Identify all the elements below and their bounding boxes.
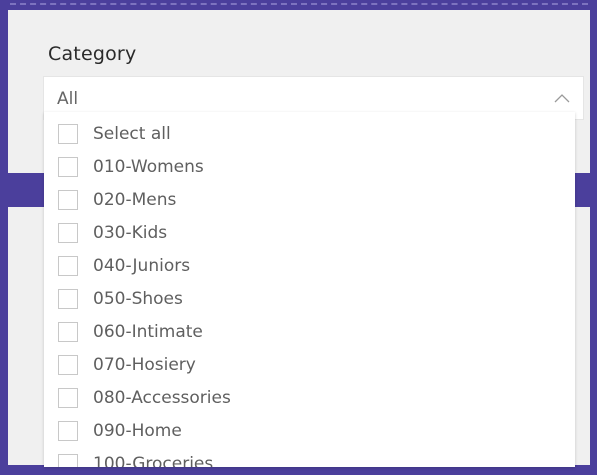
checkbox-icon[interactable] — [58, 388, 78, 408]
top-dashed-border — [10, 3, 588, 5]
checkbox-icon[interactable] — [58, 322, 78, 342]
dropdown-selected-value: All — [57, 89, 79, 109]
chevron-up-icon[interactable] — [553, 92, 571, 104]
list-item-080-accessories[interactable]: 080-Accessories — [58, 386, 231, 410]
dropdown-options-list[interactable]: Select all 010-Womens 020-Mens 030-Kids … — [44, 112, 575, 467]
list-item-label: 090-Home — [93, 421, 182, 441]
list-item-label: Select all — [93, 124, 171, 144]
list-item-010-womens[interactable]: 010-Womens — [58, 155, 204, 179]
checkbox-icon[interactable] — [58, 157, 78, 177]
checkbox-icon[interactable] — [58, 256, 78, 276]
list-item-030-kids[interactable]: 030-Kids — [58, 221, 167, 245]
list-item-020-mens[interactable]: 020-Mens — [58, 188, 176, 212]
list-item-050-shoes[interactable]: 050-Shoes — [58, 287, 183, 311]
list-item-070-hosiery[interactable]: 070-Hosiery — [58, 353, 196, 377]
list-item-label: 020-Mens — [93, 190, 177, 210]
list-item-060-intimate[interactable]: 060-Intimate — [58, 320, 203, 344]
list-item-label: 070-Hosiery — [93, 355, 196, 375]
checkbox-icon[interactable] — [58, 355, 78, 375]
checkbox-icon[interactable] — [58, 190, 78, 210]
checkbox-icon[interactable] — [58, 454, 78, 467]
list-item-label: 030-Kids — [93, 223, 168, 243]
list-item-100-groceries[interactable]: 100-Groceries — [58, 452, 213, 467]
checkbox-icon[interactable] — [58, 421, 78, 441]
list-item-040-juniors[interactable]: 040-Juniors — [58, 254, 190, 278]
checkbox-icon[interactable] — [58, 223, 78, 243]
list-item-label: 010-Womens — [93, 157, 204, 177]
list-item-label: 050-Shoes — [93, 289, 183, 309]
list-item-label: 080-Accessories — [93, 388, 231, 408]
list-item-select-all[interactable]: Select all — [58, 122, 171, 146]
side-accent-right — [575, 173, 597, 207]
checkbox-icon[interactable] — [58, 289, 78, 309]
side-accent-left — [8, 173, 44, 207]
checkbox-icon[interactable] — [58, 124, 78, 144]
list-item-label: 060-Intimate — [93, 322, 203, 342]
list-item-090-home[interactable]: 090-Home — [58, 419, 182, 443]
list-item-label: 040-Juniors — [93, 256, 191, 276]
slicer-title: Category — [48, 43, 137, 65]
list-item-label: 100-Groceries — [93, 454, 214, 467]
